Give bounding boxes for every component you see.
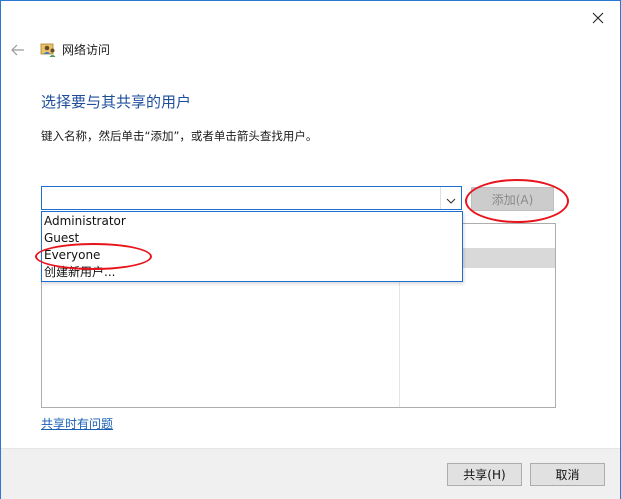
close-icon [592,9,604,28]
user-name-input[interactable] [44,189,443,209]
dialog-footer: 共享(H) 取消 [1,448,620,499]
titlebar [1,1,620,5]
back-button[interactable] [9,41,27,59]
window-title: 网络访问 [62,43,111,57]
page-heading: 选择要与其共享的用户 [41,93,192,111]
dropdown-item-administrator[interactable]: Administrator [44,213,126,230]
combo-dropdown-button[interactable] [440,187,461,209]
network-access-dialog: 网络访问 选择要与其共享的用户 键入名称，然后单击“添加”，或者单击箭头查找用户… [0,0,621,499]
back-arrow-icon [11,41,25,60]
network-users-icon [40,41,58,59]
close-button[interactable] [575,1,620,35]
add-button[interactable]: 添加(A) [471,187,554,211]
share-button[interactable]: 共享(H) [447,463,522,486]
instruction-text: 键入名称，然后单击“添加”，或者单击箭头查找用户。 [41,129,318,143]
dropdown-item-everyone[interactable]: Everyone [44,247,100,264]
user-dropdown-list: Administrator Guest Everyone 创建新用户... [41,211,463,282]
dropdown-item-create-user[interactable]: 创建新用户... [44,264,115,281]
dropdown-item-guest[interactable]: Guest [44,230,79,247]
cancel-button[interactable]: 取消 [530,463,605,486]
chevron-down-icon [446,189,456,208]
sharing-help-link[interactable]: 共享时有问题 [41,416,113,432]
user-combobox[interactable] [41,186,462,210]
